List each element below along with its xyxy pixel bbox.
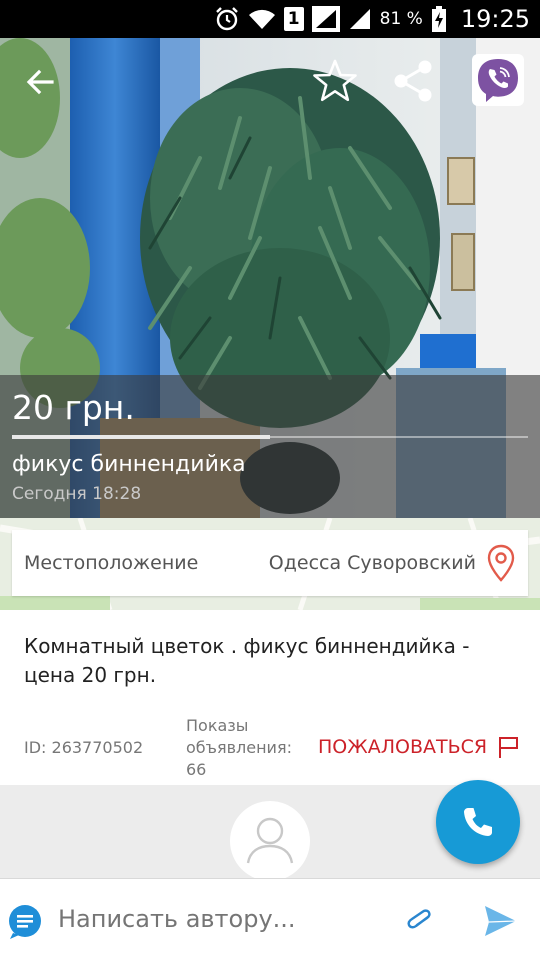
clock: 19:25: [460, 5, 530, 33]
listing-screen: 1 81 % 19:25 20 грн. фикус биннендийка С…: [0, 0, 540, 960]
wifi-icon: [248, 7, 276, 31]
battery-charging-icon: [431, 6, 447, 32]
call-button[interactable]: [436, 780, 520, 864]
location-label: Местоположение: [24, 552, 199, 574]
arrow-left-icon: [26, 69, 54, 95]
message-input[interactable]: Написать автору...: [58, 905, 296, 933]
status-bar: 1 81 % 19:25: [0, 0, 540, 38]
user-icon: [246, 817, 294, 864]
back-button[interactable]: [18, 60, 62, 104]
sim-slot-badge: 1: [283, 7, 304, 31]
report-label: ПОЖАЛОВАТЬСЯ: [318, 736, 488, 758]
paperclip-icon[interactable]: [404, 909, 436, 933]
listing-title: фикус биннендийка: [12, 452, 246, 477]
viber-button[interactable]: [472, 54, 524, 106]
signal-icon-2: [348, 7, 372, 31]
send-icon[interactable]: [482, 903, 518, 939]
star-icon: [313, 59, 357, 102]
report-button[interactable]: ПОЖАЛОВАТЬСЯ: [318, 735, 519, 759]
location-value: Одесса Суворовский: [268, 552, 476, 574]
listing-date: Сегодня 18:28: [12, 484, 142, 504]
viber-icon: [472, 54, 524, 106]
battery-percent: 81 %: [379, 9, 423, 29]
share-button[interactable]: [388, 56, 438, 106]
listing-views: Показы объявления: 66: [186, 716, 292, 779]
flag-icon: [499, 737, 519, 758]
listing-description: Комнатный цветок . фикус биннендийка - ц…: [24, 634, 470, 687]
phone-icon: [464, 808, 492, 836]
photo-progress-indicator: [12, 435, 270, 439]
listing-price: 20 грн.: [12, 388, 135, 427]
photo-action-bar: [0, 38, 540, 122]
signal-icon: [311, 6, 340, 32]
description-card: Комнатный цветок . фикус биннендийка - ц…: [0, 610, 540, 785]
compose-bar: Написать автору...: [0, 878, 540, 960]
seller-avatar[interactable]: [230, 801, 310, 881]
share-icon: [394, 60, 432, 102]
location-pin-icon: [487, 544, 515, 582]
listing-id: ID: 263770502: [24, 738, 144, 757]
favorite-button[interactable]: [310, 56, 360, 106]
chat-bubble-icon: [9, 905, 41, 939]
location-card[interactable]: Местоположение Одесса Суворовский: [12, 530, 528, 596]
alarm-icon: [214, 6, 240, 32]
